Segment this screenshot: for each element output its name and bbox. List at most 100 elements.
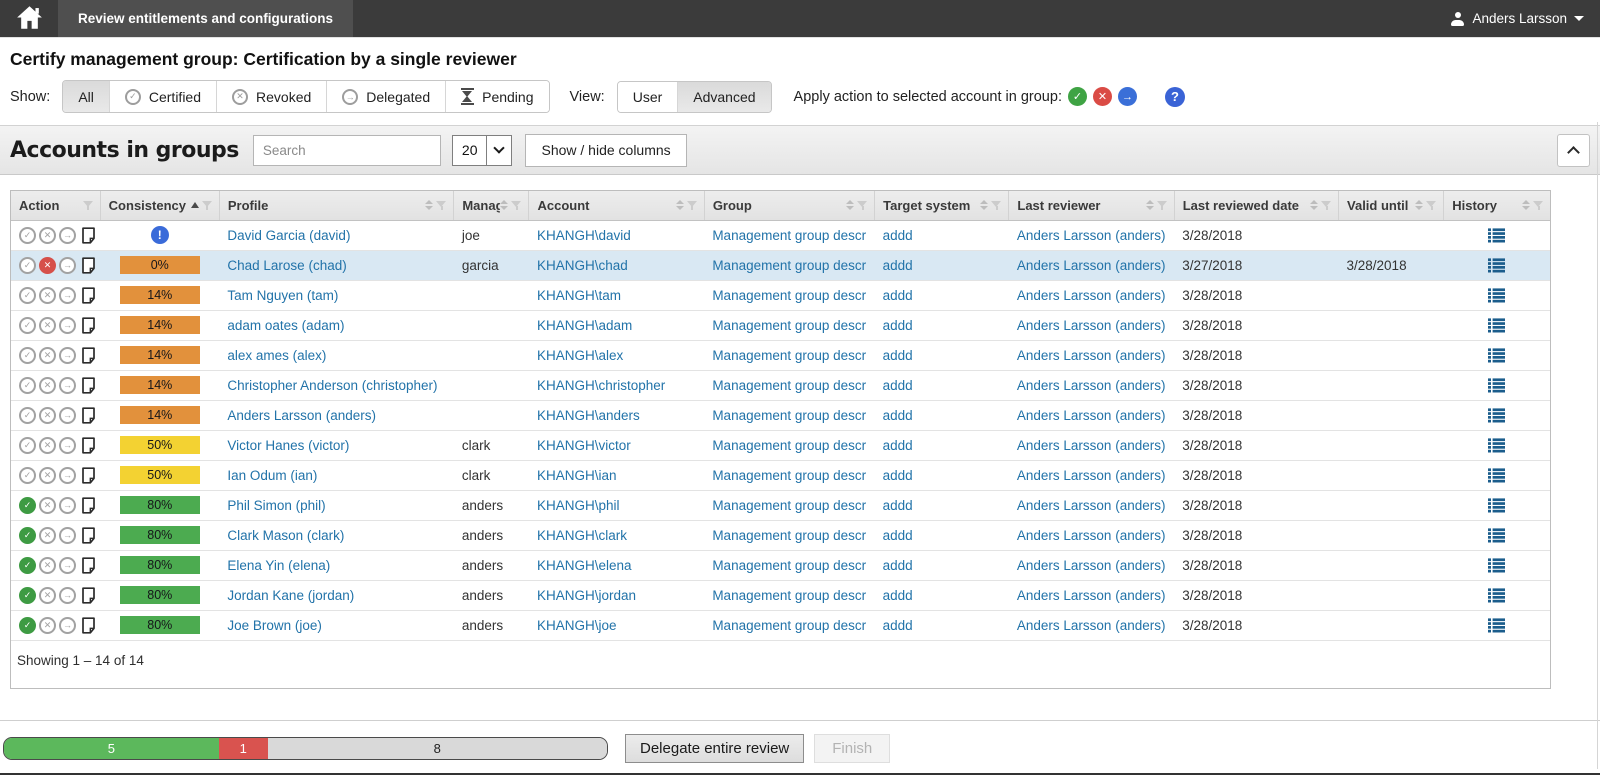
last-reviewer-link[interactable]: Anders Larsson (anders) bbox=[1017, 378, 1166, 393]
target-system-link[interactable]: addd bbox=[883, 528, 913, 543]
target-system-link[interactable]: addd bbox=[883, 438, 913, 453]
table-row[interactable]: ✓ ✕ → 50% Ian Odum (ian) clark KHANGH\ia… bbox=[11, 460, 1550, 490]
column-header-action[interactable]: Action bbox=[11, 191, 100, 220]
history-icon[interactable] bbox=[1488, 318, 1505, 333]
profile-link[interactable]: Tam Nguyen (tam) bbox=[227, 288, 338, 303]
last-reviewer-link[interactable]: Anders Larsson (anders) bbox=[1017, 288, 1166, 303]
account-link[interactable]: KHANGH\adam bbox=[537, 318, 632, 333]
user-menu[interactable]: Anders Larsson bbox=[1450, 0, 1600, 37]
profile-link[interactable]: Chad Larose (chad) bbox=[227, 258, 346, 273]
sort-icon[interactable] bbox=[1146, 200, 1154, 210]
note-icon[interactable] bbox=[81, 287, 96, 304]
account-link[interactable]: KHANGH\anders bbox=[537, 408, 640, 423]
profile-link[interactable]: Anders Larsson (anders) bbox=[227, 408, 376, 423]
certify-icon[interactable]: ✓ bbox=[19, 287, 36, 304]
group-link[interactable]: Management group descr bbox=[712, 588, 866, 603]
filter-icon[interactable] bbox=[1157, 199, 1168, 211]
filter-all[interactable]: All bbox=[63, 81, 109, 112]
account-link[interactable]: KHANGH\joe bbox=[537, 618, 617, 633]
note-icon[interactable] bbox=[81, 557, 96, 574]
profile-link[interactable]: Phil Simon (phil) bbox=[227, 498, 325, 513]
delegate-icon[interactable]: → bbox=[59, 467, 76, 484]
account-link[interactable]: KHANGH\ian bbox=[537, 468, 617, 483]
last-reviewer-link[interactable]: Anders Larsson (anders) bbox=[1017, 618, 1166, 633]
delegate-icon[interactable]: → bbox=[59, 227, 76, 244]
column-header-consistency[interactable]: Consistency bbox=[100, 191, 219, 220]
account-link[interactable]: KHANGH\christopher bbox=[537, 378, 665, 393]
certify-icon[interactable]: ✓ bbox=[19, 527, 36, 544]
sort-asc-icon[interactable] bbox=[191, 202, 199, 208]
table-row[interactable]: ✓ ✕ → 0% Chad Larose (chad) garcia KHANG… bbox=[11, 250, 1550, 280]
target-system-link[interactable]: addd bbox=[883, 498, 913, 513]
search-input[interactable] bbox=[253, 135, 441, 166]
group-link[interactable]: Management group descr bbox=[712, 228, 866, 243]
table-row[interactable]: ✓ ✕ → 14% Christopher Anderson (christop… bbox=[11, 370, 1550, 400]
note-icon[interactable] bbox=[81, 347, 96, 364]
revoke-icon[interactable]: ✕ bbox=[39, 287, 56, 304]
last-reviewer-link[interactable]: Anders Larsson (anders) bbox=[1017, 528, 1166, 543]
delegate-icon[interactable]: → bbox=[59, 617, 76, 634]
certify-icon[interactable]: ✓ bbox=[19, 317, 36, 334]
delegate-icon[interactable]: → bbox=[59, 317, 76, 334]
delegate-icon[interactable]: → bbox=[59, 437, 76, 454]
table-row[interactable]: ✓ ✕ → 14% Anders Larsson (anders) KHANGH… bbox=[11, 400, 1550, 430]
show-hide-columns-button[interactable]: Show / hide columns bbox=[525, 134, 686, 167]
last-reviewer-link[interactable]: Anders Larsson (anders) bbox=[1017, 348, 1166, 363]
profile-link[interactable]: Clark Mason (clark) bbox=[227, 528, 344, 543]
delegate-icon[interactable]: → bbox=[59, 377, 76, 394]
account-link[interactable]: KHANGH\chad bbox=[537, 258, 628, 273]
collapse-panel-button[interactable] bbox=[1557, 134, 1590, 167]
filter-icon[interactable] bbox=[511, 199, 522, 211]
group-link[interactable]: Management group descr bbox=[712, 288, 866, 303]
delegate-icon[interactable]: → bbox=[59, 587, 76, 604]
note-icon[interactable] bbox=[81, 317, 96, 334]
revoke-icon[interactable]: ✕ bbox=[39, 557, 56, 574]
sort-icon[interactable] bbox=[500, 200, 508, 210]
note-icon[interactable] bbox=[81, 407, 96, 424]
account-link[interactable]: KHANGH\tam bbox=[537, 288, 621, 303]
revoke-icon[interactable]: ✕ bbox=[39, 407, 56, 424]
note-icon[interactable] bbox=[81, 527, 96, 544]
history-icon[interactable] bbox=[1488, 408, 1505, 423]
note-icon[interactable] bbox=[81, 467, 96, 484]
history-icon[interactable] bbox=[1488, 528, 1505, 543]
column-header-history[interactable]: History bbox=[1444, 191, 1550, 220]
profile-link[interactable]: alex ames (alex) bbox=[227, 348, 326, 363]
history-icon[interactable] bbox=[1488, 498, 1505, 513]
column-header-account[interactable]: Account bbox=[529, 191, 704, 220]
delegate-entire-review-button[interactable]: Delegate entire review bbox=[625, 734, 804, 763]
target-system-link[interactable]: addd bbox=[883, 318, 913, 333]
certify-icon[interactable]: ✓ bbox=[19, 347, 36, 364]
group-link[interactable]: Management group descr bbox=[712, 528, 866, 543]
account-link[interactable]: KHANGH\victor bbox=[537, 438, 631, 453]
tab-review-entitlements[interactable]: Review entitlements and configurations bbox=[58, 0, 353, 37]
table-row[interactable]: ✓ ✕ → 14% alex ames (alex) KHANGH\alex M… bbox=[11, 340, 1550, 370]
history-icon[interactable] bbox=[1488, 618, 1505, 633]
history-icon[interactable] bbox=[1488, 348, 1505, 363]
filter-icon[interactable] bbox=[857, 199, 868, 211]
note-icon[interactable] bbox=[81, 377, 96, 394]
column-header-group[interactable]: Group bbox=[704, 191, 874, 220]
help-button[interactable]: ? bbox=[1165, 87, 1185, 107]
table-row[interactable]: ✓ ✕ → 14% adam oates (adam) KHANGH\adam … bbox=[11, 310, 1550, 340]
profile-link[interactable]: Jordan Kane (jordan) bbox=[227, 588, 354, 603]
target-system-link[interactable]: addd bbox=[883, 288, 913, 303]
delegate-icon[interactable]: → bbox=[59, 497, 76, 514]
history-icon[interactable] bbox=[1488, 468, 1505, 483]
target-system-link[interactable]: addd bbox=[883, 258, 913, 273]
table-row[interactable]: ✓ ✕ → 14% Tam Nguyen (tam) KHANGH\tam Ma… bbox=[11, 280, 1550, 310]
last-reviewer-link[interactable]: Anders Larsson (anders) bbox=[1017, 438, 1166, 453]
delegate-icon[interactable]: → bbox=[59, 407, 76, 424]
last-reviewer-link[interactable]: Anders Larsson (anders) bbox=[1017, 228, 1166, 243]
filter-revoked[interactable]: ✕ Revoked bbox=[216, 81, 326, 112]
sort-icon[interactable] bbox=[846, 200, 854, 210]
view-user[interactable]: User bbox=[618, 82, 678, 112]
filter-delegated[interactable]: → Delegated bbox=[326, 81, 445, 112]
group-link[interactable]: Management group descr bbox=[712, 498, 866, 513]
delegate-icon[interactable]: → bbox=[59, 287, 76, 304]
profile-link[interactable]: Christopher Anderson (christopher) bbox=[227, 378, 437, 393]
target-system-link[interactable]: addd bbox=[883, 408, 913, 423]
group-link[interactable]: Management group descr bbox=[712, 378, 866, 393]
certify-icon[interactable]: ✓ bbox=[19, 467, 36, 484]
group-link[interactable]: Management group descr bbox=[712, 318, 866, 333]
